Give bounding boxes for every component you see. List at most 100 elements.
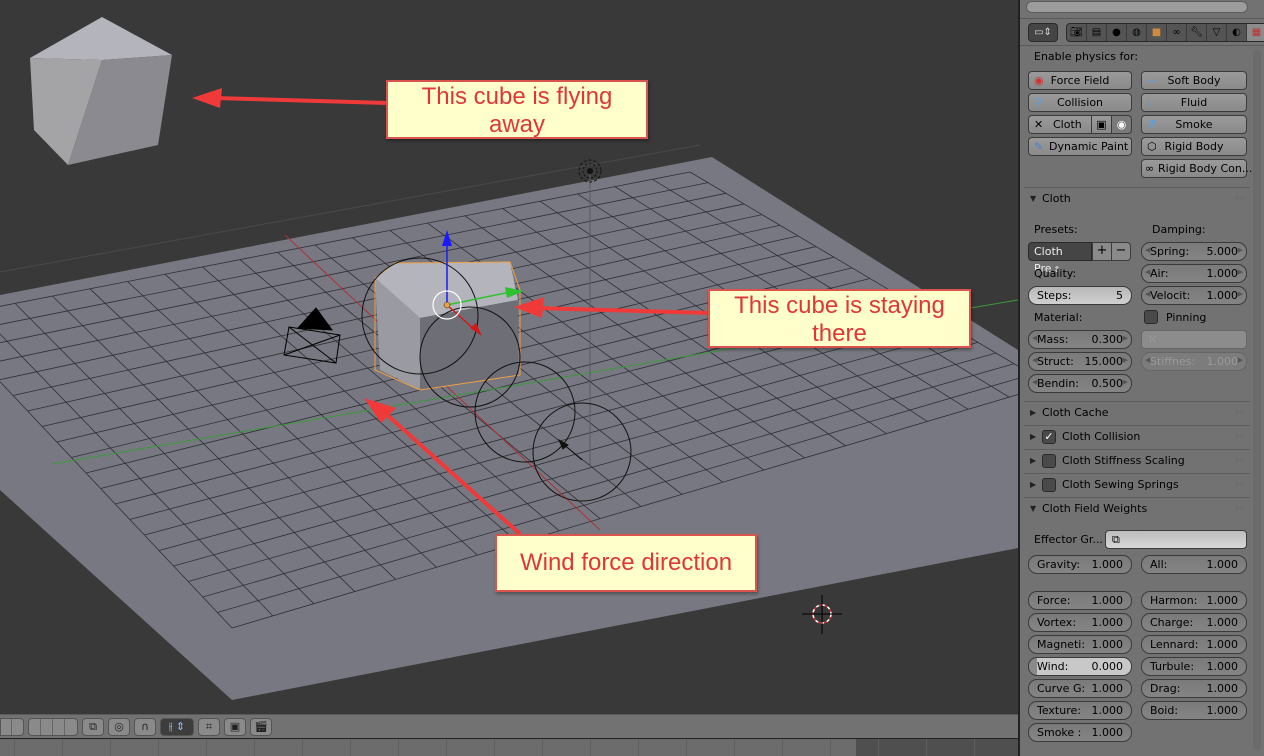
cloth-stiffness-scaling-panel[interactable]: ▶ Cloth Stiffness Scaling ⁘⁘: [1024, 449, 1250, 471]
cloth-sewing-springs-panel[interactable]: ▶ Cloth Sewing Springs ⁘⁘: [1024, 473, 1250, 495]
field-weight-left-2[interactable]: Magneti: 1.000: [1028, 635, 1132, 654]
tab-scene-icon[interactable]: ●: [1107, 24, 1127, 41]
tab-constraints-icon[interactable]: ∞: [1167, 24, 1187, 41]
field-weight-label: Harmon:: [1150, 594, 1198, 607]
all-weight-field[interactable]: All: 1.000: [1141, 555, 1247, 574]
drag-grip-icon[interactable]: ⁘⁘: [1234, 194, 1245, 202]
field-weight-value: 1.000: [1206, 616, 1239, 629]
tab-render-icon[interactable]: 📷︎: [1067, 24, 1087, 41]
vertical-scrollbar[interactable]: [1253, 50, 1261, 750]
cloth-stiffness-scaling-checkbox[interactable]: [1042, 453, 1056, 468]
cloth-viewport-toggle[interactable]: ◉: [1111, 115, 1132, 134]
cloth-sewing-springs-checkbox[interactable]: [1042, 477, 1056, 492]
rigid-body-constraint-button[interactable]: ∞ Rigid Body Con...: [1141, 159, 1252, 178]
field-weight-left-5[interactable]: Texture: 1.000: [1028, 701, 1132, 720]
field-weight-right-4[interactable]: Drag: 1.000: [1141, 679, 1247, 698]
tab-render-layers-icon[interactable]: ▤: [1087, 24, 1107, 41]
field-weight-left-0[interactable]: Force: 1.000: [1028, 591, 1132, 610]
structural-stiffness-field[interactable]: ◀ Struct: 15.000 ▶: [1028, 352, 1132, 371]
quality-steps-slider[interactable]: Steps: 5: [1028, 286, 1132, 305]
snap-target-icon[interactable]: ⌗: [198, 717, 220, 736]
timeline-strip[interactable]: [0, 738, 1018, 756]
tab-data-icon[interactable]: ▽: [1207, 24, 1227, 41]
dynamic-paint-button[interactable]: ✎ Dynamic Paint: [1028, 137, 1132, 156]
tab-modifiers-icon[interactable]: 🔧︎: [1187, 24, 1207, 41]
tab-world-icon[interactable]: ◍: [1127, 24, 1147, 41]
force-field-button[interactable]: ◉ Force Field: [1028, 71, 1132, 90]
spring-value: 5.000: [1206, 245, 1239, 258]
drag-grip-icon[interactable]: ⁘⁘: [1234, 432, 1245, 440]
velocity-damping-field[interactable]: ◀ Velocit: 1.000 ▶: [1141, 286, 1247, 305]
tab-material-icon[interactable]: ◐: [1227, 24, 1247, 41]
field-weight-label: Charge:: [1150, 616, 1194, 629]
timeline-tick: [734, 739, 735, 756]
field-weight-right-5[interactable]: Boid: 1.000: [1141, 701, 1247, 720]
mass-value: 0.300: [1091, 333, 1124, 346]
field-weight-right-3[interactable]: Turbule: 1.000: [1141, 657, 1247, 676]
field-weight-right-2[interactable]: Lennard: 1.000: [1141, 635, 1247, 654]
proportional-edit-icon[interactable]: ◎: [108, 717, 130, 736]
air-damping-field[interactable]: ◀ Air: 1.000 ▶: [1141, 264, 1247, 283]
layers-right[interactable]: [28, 717, 78, 736]
layers-left[interactable]: [0, 717, 24, 736]
drag-grip-icon[interactable]: ⁘⁘: [1234, 408, 1245, 416]
rigid-body-button[interactable]: ⬡ Rigid Body: [1141, 137, 1247, 156]
field-weight-value: 1.000: [1206, 704, 1239, 717]
fluid-label: Fluid: [1180, 96, 1208, 109]
tab-object-icon[interactable]: ■: [1147, 24, 1167, 41]
editor-type-dropdown[interactable]: ▭⇕: [1028, 23, 1058, 42]
add-preset-button[interactable]: +: [1092, 242, 1112, 261]
stiffness-label: Stiffnes:: [1150, 355, 1196, 368]
render-camera-icon[interactable]: ▣: [224, 717, 246, 736]
3d-viewport[interactable]: This cube is flying away This cube is st…: [0, 0, 1018, 714]
render-anim-icon[interactable]: 🎬︎: [250, 717, 272, 736]
field-weight-value: 1.000: [1091, 638, 1124, 651]
spring-label: Spring:: [1150, 245, 1190, 258]
cloth-remove-button[interactable]: ✕ Cloth: [1028, 115, 1092, 134]
arrow-flying: [214, 96, 389, 105]
field-weight-label: Curve G:: [1037, 682, 1086, 695]
cloth-panel-header[interactable]: ▼ Cloth ⁘⁘: [1024, 187, 1250, 209]
spring-damping-field[interactable]: ◀ Spring: 5.000 ▶: [1141, 242, 1247, 261]
effector-group-field[interactable]: ⧉: [1105, 530, 1247, 549]
cloth-collision-checkbox[interactable]: ✓: [1042, 429, 1056, 444]
bending-stiffness-field[interactable]: ◀ Bendin: 0.500 ▶: [1028, 374, 1132, 393]
field-weight-right-1[interactable]: Charge: 1.000: [1141, 613, 1247, 632]
cloth-preset-dropdown[interactable]: Cloth Pre ⇕: [1028, 242, 1092, 275]
field-weight-left-1[interactable]: Vortex: 1.000: [1028, 613, 1132, 632]
smoke-button[interactable]: ⚗ Smoke: [1141, 115, 1247, 134]
field-weight-left-3[interactable]: Wind: 0.000: [1028, 657, 1132, 676]
soft-body-button[interactable]: ∽ Soft Body: [1141, 71, 1247, 90]
drag-grip-icon[interactable]: ⁘⁘: [1234, 504, 1245, 512]
field-weight-value: 1.000: [1091, 682, 1124, 695]
pin-group-field[interactable]: ⁙: [1141, 330, 1247, 349]
fluid-button[interactable]: 💧︎ Fluid: [1141, 93, 1247, 112]
mass-field[interactable]: ◀ Mass: 0.300 ▶: [1028, 330, 1132, 349]
ground-plane[interactable]: [0, 157, 1018, 700]
field-weight-label: Boid:: [1150, 704, 1179, 717]
drag-grip-icon[interactable]: ⁘⁘: [1234, 480, 1245, 488]
field-weight-left-6[interactable]: Smoke : 1.000: [1028, 723, 1132, 742]
group-icon: ⧉: [1112, 533, 1120, 546]
field-weight-left-4[interactable]: Curve G: 1.000: [1028, 679, 1132, 698]
brush-icon: ✎: [1034, 140, 1044, 153]
field-weight-right-0[interactable]: Harmon: 1.000: [1141, 591, 1247, 610]
field-weight-value: 1.000: [1206, 660, 1239, 673]
pinning-checkbox[interactable]: [1144, 310, 1158, 324]
snap-element-icon[interactable]: ⫲ ⇕: [160, 717, 194, 736]
dynamic-paint-label: Dynamic Paint: [1049, 140, 1129, 153]
snap-magnet-icon[interactable]: ∩: [134, 717, 156, 736]
cloth-collision-panel[interactable]: ▶ ✓ Cloth Collision ⁘⁘: [1024, 425, 1250, 447]
horizontal-scrollbar[interactable]: [1026, 1, 1248, 13]
object-data-icon[interactable]: ⧉: [82, 717, 104, 736]
collision-button[interactable]: ⚲ Collision: [1028, 93, 1132, 112]
velocity-label: Velocit:: [1150, 289, 1191, 302]
gravity-weight-field[interactable]: Gravity: 1.000: [1028, 555, 1132, 574]
drag-grip-icon[interactable]: ⁘⁘: [1234, 456, 1245, 464]
cloth-cache-panel[interactable]: ▶ Cloth Cache ⁘⁘: [1024, 401, 1250, 423]
remove-preset-button[interactable]: −: [1111, 242, 1131, 261]
flying-cube[interactable]: [30, 17, 172, 165]
tab-texture-icon[interactable]: ▦: [1247, 24, 1264, 41]
cloth-field-weights-panel[interactable]: ▼ Cloth Field Weights ⁘⁘: [1024, 497, 1250, 519]
cloth-render-toggle[interactable]: ▣: [1091, 115, 1112, 134]
